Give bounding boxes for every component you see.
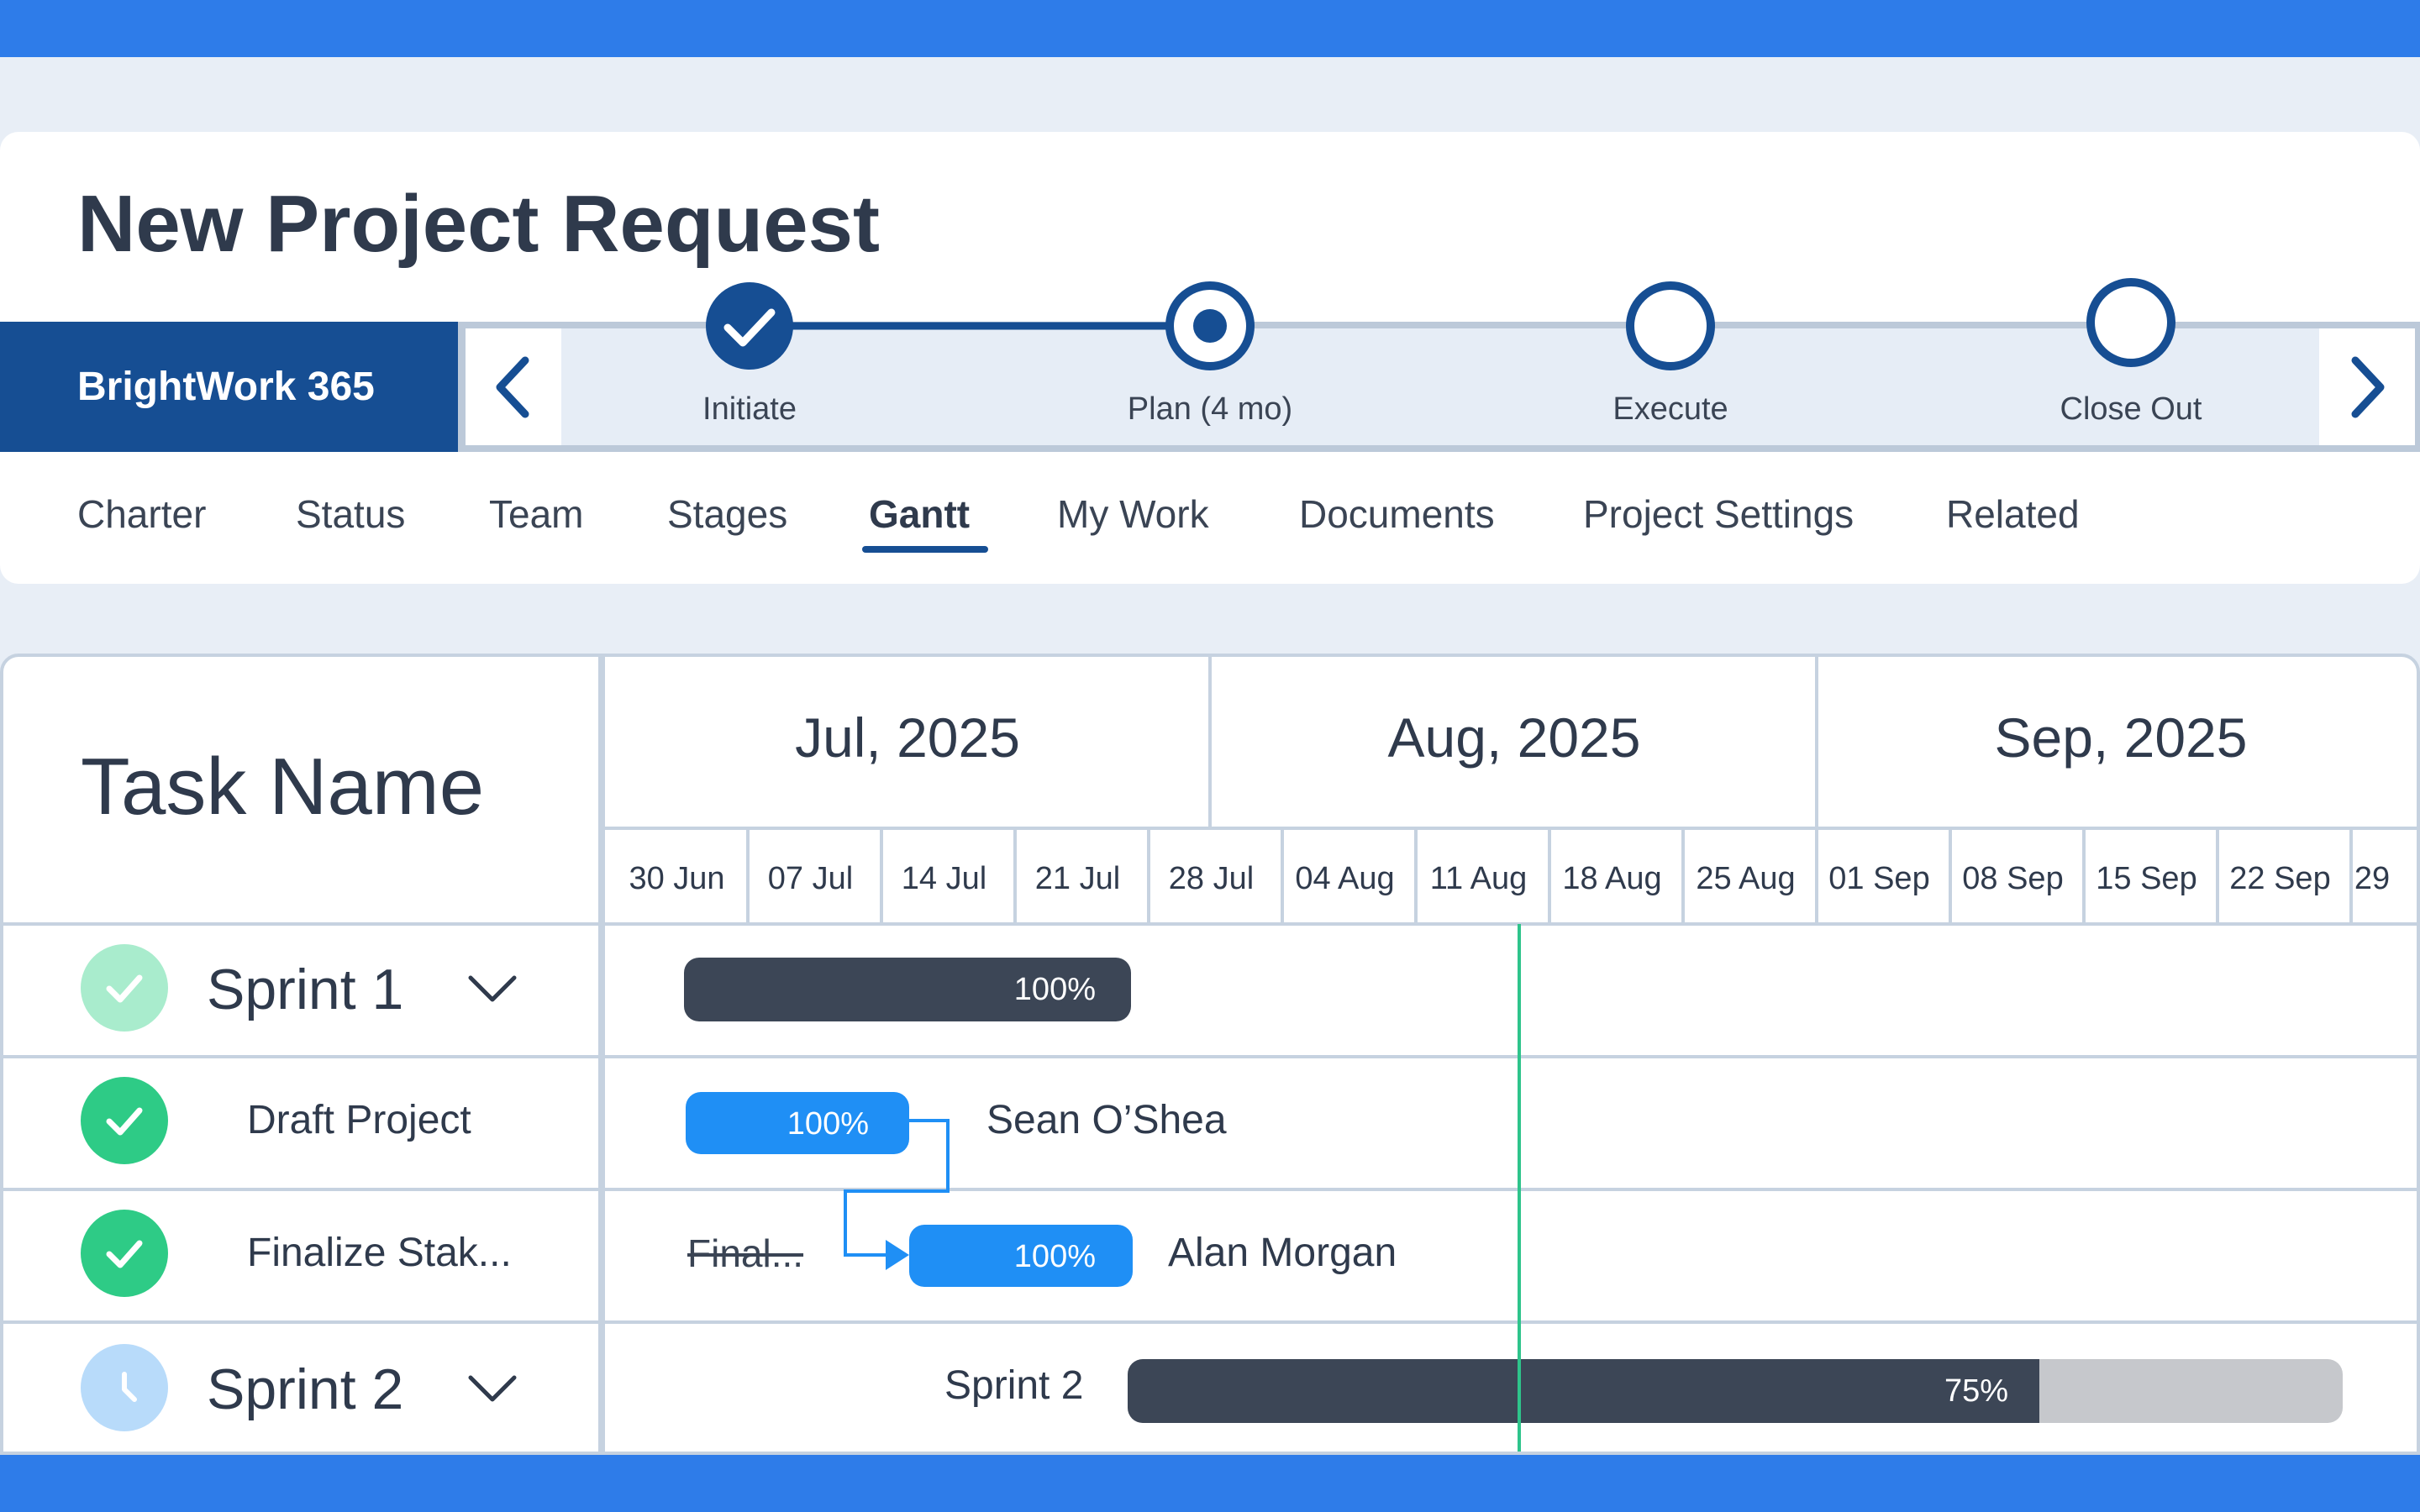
week-header: 08 Sep (1962, 861, 2064, 896)
stage-next-button[interactable] (2319, 328, 2415, 445)
chevron-left-icon (496, 356, 529, 417)
task-name-header: Task Name (81, 742, 485, 832)
page-title: New Project Request (77, 179, 880, 269)
tab-status[interactable]: Status (296, 487, 405, 541)
check-icon (106, 974, 143, 1003)
bar-label-finalize: 100% (1013, 1239, 1096, 1274)
week-header: 28 Jul (1168, 861, 1255, 896)
week-divider (1281, 830, 1284, 924)
stage-closeout-marker[interactable] (2086, 278, 2175, 367)
week-divider (1815, 830, 1818, 924)
chevron-right-icon (2351, 356, 2385, 417)
tab-my-work[interactable]: My Work (1057, 487, 1209, 541)
week-divider (1548, 830, 1551, 924)
task-name-sprint-1[interactable]: Sprint 1 (207, 956, 403, 1023)
stage-label-initiate: Initiate (702, 391, 797, 427)
week-header: 15 Sep (2096, 861, 2197, 896)
header-row-divider (3, 922, 2417, 926)
week-header: 07 Jul (767, 861, 854, 896)
tab-bar: Charter Status Team Stages Gantt My Work… (0, 487, 2420, 563)
stage-execute-marker[interactable] (1626, 281, 1715, 370)
brand-name: BrightWork 365 (77, 365, 375, 409)
check-icon (106, 1240, 143, 1268)
assignee-finalize: Alan Morgan (1168, 1231, 1397, 1275)
tab-related[interactable]: Related (1946, 487, 2080, 541)
brand-panel: BrightWork 365 (0, 322, 458, 452)
week-divider (1147, 830, 1150, 924)
row-divider (3, 1055, 2417, 1058)
active-tab-indicator (862, 546, 988, 553)
task-name-draft-project[interactable]: Draft Project (247, 1095, 471, 1146)
week-divider (1013, 830, 1017, 924)
month-divider (1815, 657, 1818, 830)
bar-label-sprint-2: 75% (1944, 1373, 2008, 1409)
gantt-chart: Task Name Jul, 2025 Aug, 2025 Sep, 2025 … (0, 654, 2420, 1455)
check-icon (106, 1107, 143, 1136)
week-header: 30 Jun (629, 861, 725, 896)
chevron-down-icon[interactable] (467, 1373, 518, 1406)
month-week-divider (605, 827, 2417, 830)
week-divider (2349, 830, 2353, 924)
chevron-down-icon[interactable] (467, 973, 518, 1006)
arrow-head-icon (886, 1240, 909, 1270)
clock-icon (122, 1372, 137, 1402)
week-divider (1414, 830, 1418, 924)
week-header: 18 Aug (1562, 861, 1662, 896)
task-status-complete (81, 1210, 168, 1297)
week-header: 25 Aug (1696, 861, 1796, 896)
month-header-jul: Jul, 2025 (795, 706, 1020, 769)
stage-label-plan: Plan (4 mo) (1127, 391, 1293, 427)
month-header-sep: Sep, 2025 (1994, 706, 2248, 769)
bar-caption-sprint-2: Sprint 2 (944, 1363, 1084, 1408)
row-divider (3, 1320, 2417, 1324)
bottom-accent-bar (0, 1455, 2420, 1512)
week-divider (2216, 830, 2219, 924)
week-divider (880, 830, 883, 924)
task-status-complete (81, 1077, 168, 1164)
tab-project-settings[interactable]: Project Settings (1583, 487, 1854, 541)
row-divider (3, 1188, 2417, 1191)
tab-stages[interactable]: Stages (667, 487, 787, 541)
week-header: 04 Aug (1295, 861, 1395, 896)
stage-plan-marker[interactable] (1165, 281, 1255, 370)
assignee-draft-project: Sean O’Shea (986, 1098, 1227, 1142)
month-header-aug: Aug, 2025 (1387, 706, 1641, 769)
week-header: 22 Sep (2229, 861, 2331, 896)
stage-initiate-marker[interactable] (706, 282, 793, 370)
tab-documents[interactable]: Documents (1299, 487, 1495, 541)
week-divider (1681, 830, 1685, 924)
tab-charter[interactable]: Charter (77, 487, 206, 541)
week-header: 01 Sep (1828, 861, 1930, 896)
task-name-finalize[interactable]: Finalize Stak... (247, 1228, 512, 1278)
task-status-in-progress (81, 1344, 168, 1431)
tab-gantt[interactable]: Gantt (869, 487, 970, 541)
tab-team[interactable]: Team (489, 487, 583, 541)
week-header: 14 Jul (901, 861, 987, 896)
week-header: 29 (2354, 861, 2391, 896)
baseline-label: Final... (687, 1231, 804, 1275)
top-accent-bar (0, 0, 2420, 57)
task-name-sprint-2[interactable]: Sprint 2 (207, 1356, 403, 1423)
week-divider (746, 830, 750, 924)
stage-label-execute: Execute (1612, 391, 1728, 427)
bar-label-draft-project: 100% (786, 1106, 869, 1142)
week-divider (1949, 830, 1952, 924)
stage-prev-button[interactable] (466, 328, 561, 445)
today-marker-line (1518, 924, 1521, 1452)
stage-label-closeout: Close Out (2060, 391, 2202, 427)
bar-label-sprint-1: 100% (1013, 972, 1096, 1007)
week-header: 21 Jul (1034, 861, 1121, 896)
task-status-complete (81, 944, 168, 1032)
month-divider (1208, 657, 1212, 830)
week-header: 11 Aug (1429, 861, 1528, 896)
week-divider (2082, 830, 2086, 924)
